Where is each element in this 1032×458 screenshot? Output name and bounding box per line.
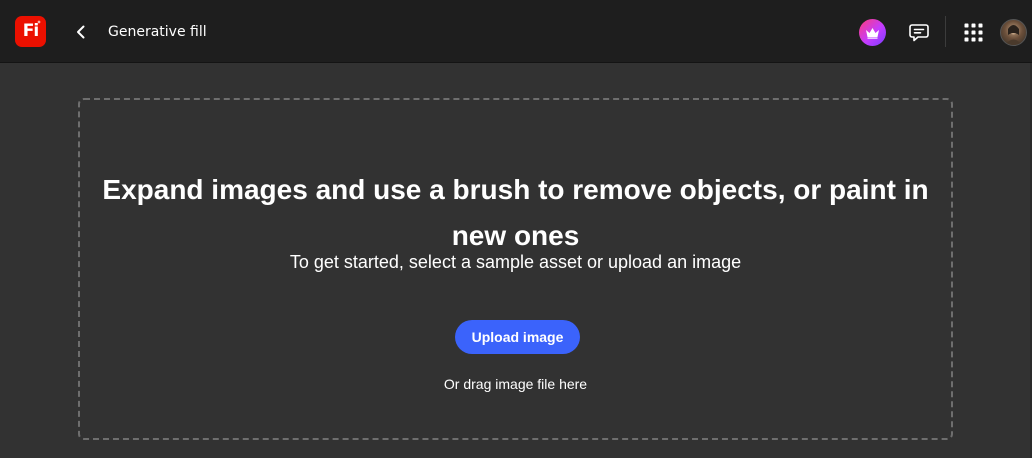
avatar-portrait	[1005, 25, 1022, 45]
user-avatar[interactable]	[1000, 19, 1027, 46]
apps-button[interactable]	[962, 21, 984, 43]
upload-image-button[interactable]: Upload image	[455, 320, 580, 354]
top-bar: Fi Generative fill	[0, 0, 1032, 63]
chevron-left-icon	[77, 25, 85, 39]
back-button[interactable]	[71, 22, 91, 42]
crown-icon	[866, 27, 879, 39]
headline: Expand images and use a brush to remove …	[102, 173, 929, 251]
app-window: Fi Generative fill Expand images and use…	[0, 0, 1032, 458]
logo-text: Fi	[22, 21, 39, 41]
drag-hint: Or drag image file here	[443, 376, 588, 392]
header-divider	[945, 16, 946, 47]
chat-bubble-icon	[909, 23, 929, 41]
subheading: To get started, select a sample asset or…	[289, 252, 742, 272]
feedback-button[interactable]	[907, 20, 931, 44]
page-title: Generative fill	[108, 24, 207, 40]
app-grid-icon	[964, 23, 982, 41]
upload-dropzone[interactable]: Expand images and use a brush to remove …	[78, 98, 953, 440]
premium-button[interactable]	[859, 19, 886, 46]
firefly-logo[interactable]: Fi	[15, 16, 46, 47]
sparkle-icon	[37, 20, 41, 24]
